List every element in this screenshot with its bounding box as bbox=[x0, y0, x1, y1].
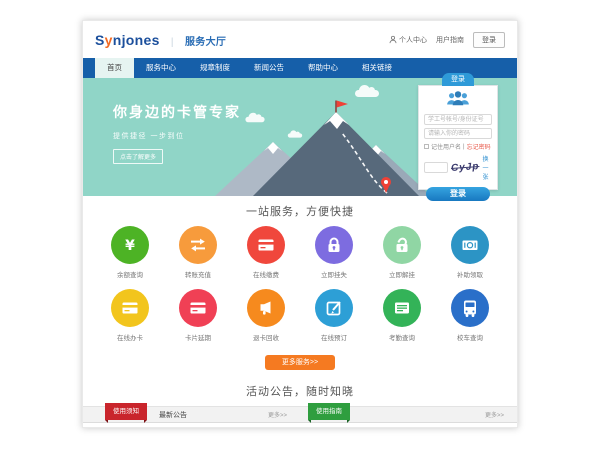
lock-icon bbox=[315, 226, 353, 264]
logo-text: S bbox=[95, 32, 105, 48]
service-item[interactable]: 校车查询 bbox=[436, 289, 504, 342]
services-heading: 一站服务，方便快捷 bbox=[83, 203, 517, 219]
captcha-refresh-link[interactable]: 换一张 bbox=[482, 154, 492, 181]
latest-announcements-tab[interactable]: 最新公告 bbox=[159, 410, 187, 420]
unlock-icon bbox=[383, 226, 421, 264]
service-label: 余额查询 bbox=[96, 269, 164, 279]
service-label: 在线缴费 bbox=[232, 269, 300, 279]
announcements-tab-strip: 使用须知 最新公告 更多>> 使用指南 更多>> bbox=[83, 406, 517, 423]
nav-item[interactable]: 帮助中心 bbox=[296, 58, 350, 78]
login-submit-button[interactable]: 登录 bbox=[426, 187, 490, 201]
service-item[interactable]: 考勤查询 bbox=[368, 289, 436, 342]
service-label: 在线办卡 bbox=[96, 332, 164, 342]
service-label: 考勤查询 bbox=[368, 332, 436, 342]
flag-icon bbox=[337, 101, 348, 108]
cloud-decoration bbox=[355, 90, 379, 97]
edit-icon bbox=[315, 289, 353, 327]
nav-item[interactable]: 相关链接 bbox=[350, 58, 404, 78]
header-login-button[interactable]: 登录 bbox=[473, 32, 505, 48]
service-label: 退卡回收 bbox=[232, 332, 300, 342]
user-guide-label: 用户指南 bbox=[436, 35, 464, 45]
logo-accent: y bbox=[105, 32, 113, 48]
portal-page: Synjones | 服务大厅 个人中心 用户指南 登录 首页服务中心规章制度新… bbox=[82, 20, 518, 428]
nav-item[interactable]: 首页 bbox=[95, 58, 134, 78]
user-guide-link[interactable]: 用户指南 bbox=[436, 35, 464, 45]
nav-item[interactable]: 规章制度 bbox=[188, 58, 242, 78]
user-guide-tab[interactable]: 使用指南 bbox=[308, 403, 350, 420]
card-icon bbox=[111, 289, 149, 327]
service-label: 卡片延期 bbox=[164, 332, 232, 342]
service-label: 补助领取 bbox=[436, 269, 504, 279]
remember-divider: | bbox=[463, 144, 465, 150]
service-label: 在线预订 bbox=[300, 332, 368, 342]
service-label: 立即解挂 bbox=[368, 269, 436, 279]
logo-divider: | bbox=[171, 37, 174, 48]
captcha-row: CyJp 换一张 bbox=[424, 154, 492, 181]
header: Synjones | 服务大厅 个人中心 用户指南 登录 bbox=[83, 21, 517, 58]
bus-icon bbox=[451, 289, 489, 327]
hero-cta-button[interactable]: 点击了解更多 bbox=[113, 149, 163, 164]
yen-icon bbox=[111, 226, 149, 264]
service-item[interactable]: 转账充值 bbox=[164, 226, 232, 279]
username-input[interactable] bbox=[424, 114, 492, 125]
service-item[interactable]: 立即解挂 bbox=[368, 226, 436, 279]
remember-row: 记住用户名 | 忘记密码 bbox=[424, 142, 492, 151]
service-item[interactable]: 在线办卡 bbox=[96, 289, 164, 342]
service-label: 校车查询 bbox=[436, 332, 504, 342]
remember-checkbox[interactable] bbox=[424, 144, 429, 149]
more-link-right[interactable]: 更多>> bbox=[485, 410, 504, 419]
announcements-left-column: 使用须知 最新公告 更多>> bbox=[83, 407, 300, 422]
banknote-icon bbox=[451, 226, 489, 264]
nav-item[interactable]: 服务中心 bbox=[134, 58, 188, 78]
service-item[interactable]: 卡片延期 bbox=[164, 289, 232, 342]
login-panel: 登录 记住用户名 | 忘记密码 CyJp 换一张 登录 bbox=[418, 85, 498, 190]
users-icon bbox=[424, 90, 492, 111]
megaphone-icon bbox=[247, 289, 285, 327]
transfer-icon bbox=[179, 226, 217, 264]
service-item[interactable]: 在线缴费 bbox=[232, 226, 300, 279]
captcha-image[interactable]: CyJp bbox=[451, 161, 480, 174]
more-link-left[interactable]: 更多>> bbox=[268, 410, 287, 419]
services-grid: 余额查询转账充值在线缴费立即挂失立即解挂补助领取在线办卡卡片延期退卡回收在线预订… bbox=[96, 226, 504, 352]
site-name: 服务大厅 bbox=[185, 37, 226, 48]
service-item[interactable]: 立即挂失 bbox=[300, 226, 368, 279]
service-item[interactable]: 退卡回收 bbox=[232, 289, 300, 342]
mountain-illustration bbox=[201, 100, 431, 196]
service-item[interactable]: 补助领取 bbox=[436, 226, 504, 279]
card-icon bbox=[179, 289, 217, 327]
remember-label: 记住用户名 bbox=[431, 142, 461, 151]
announcements-heading: 活动公告，随时知晓 bbox=[83, 383, 517, 399]
synjones-logo: Synjones | 服务大厅 bbox=[95, 32, 226, 48]
forgot-password-link[interactable]: 忘记密码 bbox=[467, 142, 491, 151]
captcha-input[interactable] bbox=[424, 162, 448, 173]
service-item[interactable]: 在线预订 bbox=[300, 289, 368, 342]
password-input[interactable] bbox=[424, 128, 492, 139]
login-tab[interactable]: 登录 bbox=[442, 73, 474, 86]
person-icon bbox=[389, 35, 397, 44]
service-label: 转账充值 bbox=[164, 269, 232, 279]
hero-banner: 你身边的卡管专家 提供捷径 一步到位 点击了解更多 登录 bbox=[83, 78, 517, 196]
card-icon bbox=[247, 226, 285, 264]
announcements-right-column: 使用指南 更多>> bbox=[300, 407, 517, 422]
attendance-icon bbox=[383, 289, 421, 327]
personal-center-link[interactable]: 个人中心 bbox=[389, 35, 427, 45]
nav-item[interactable]: 新闻公告 bbox=[242, 58, 296, 78]
header-links: 个人中心 用户指南 登录 bbox=[389, 32, 505, 48]
more-services-button[interactable]: 更多服务>> bbox=[265, 355, 335, 370]
personal-center-label: 个人中心 bbox=[399, 35, 427, 45]
logo-text-2: njones bbox=[113, 32, 160, 48]
service-label: 立即挂失 bbox=[300, 269, 368, 279]
usage-notes-tab[interactable]: 使用须知 bbox=[105, 403, 147, 420]
service-item[interactable]: 余额查询 bbox=[96, 226, 164, 279]
